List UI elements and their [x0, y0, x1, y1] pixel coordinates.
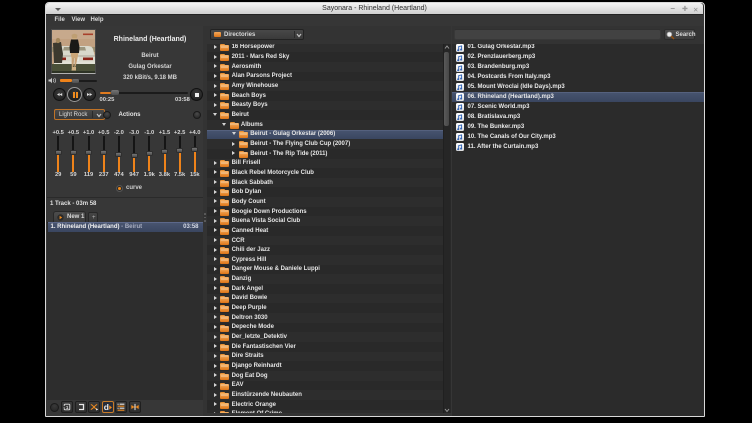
svg-text:d: d — [103, 402, 108, 412]
svg-text:1: 1 — [66, 405, 69, 410]
